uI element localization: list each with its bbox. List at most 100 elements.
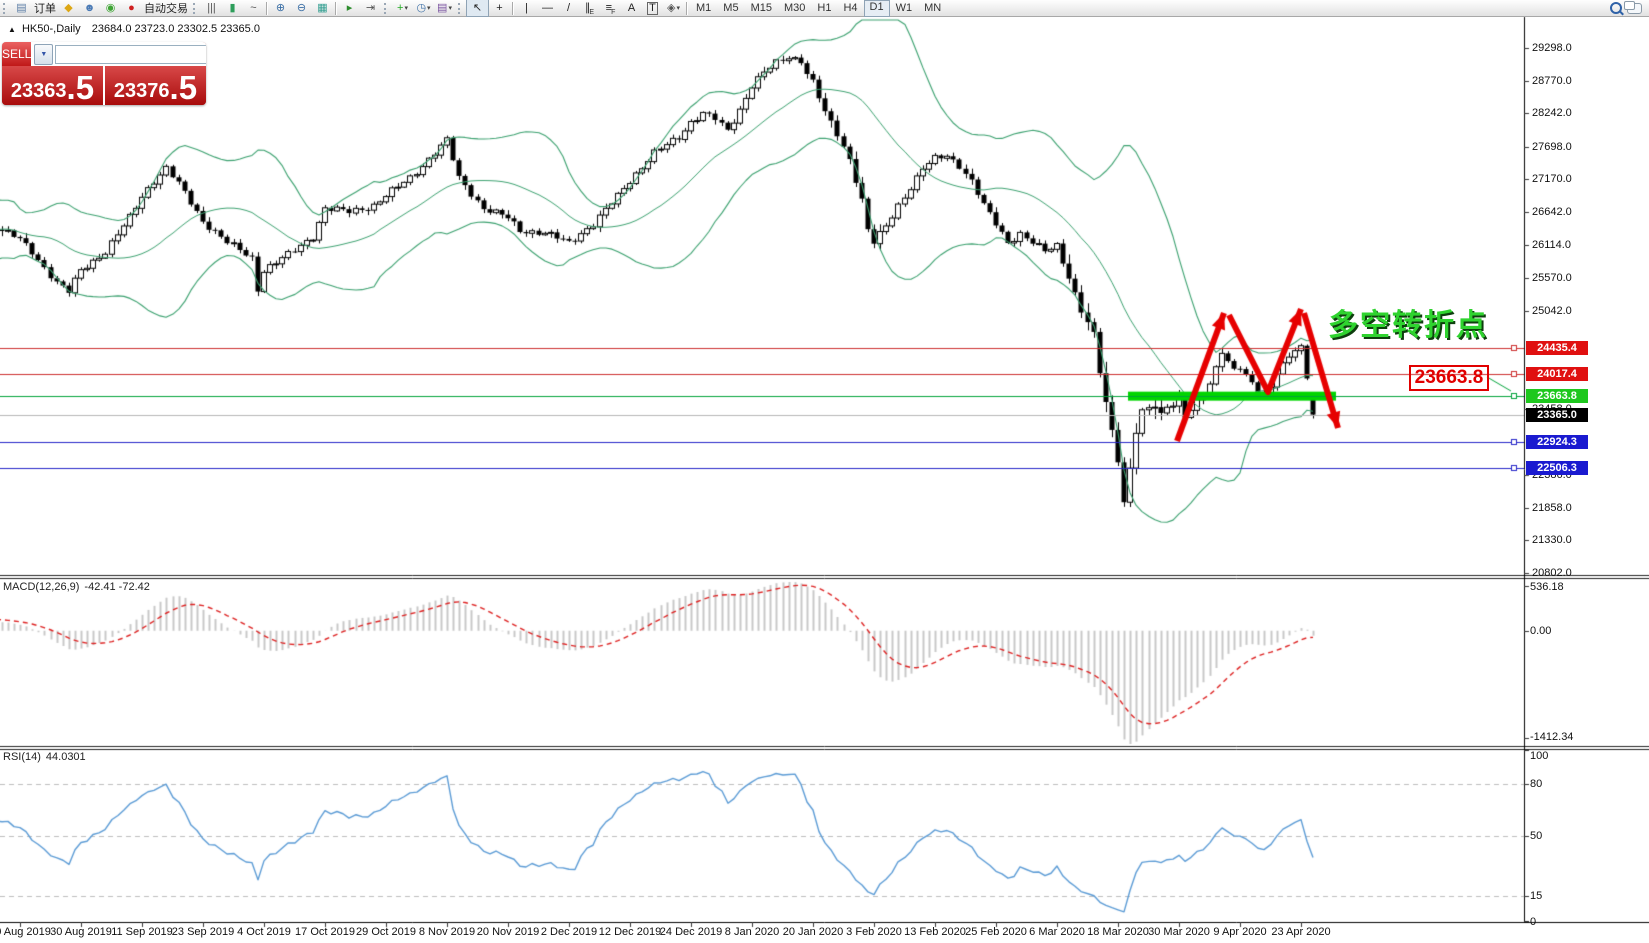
- symbol-name: HK50-,Daily: [22, 23, 81, 35]
- signal-icon-button[interactable]: ◉: [100, 0, 121, 16]
- chat-icon-button[interactable]: [1626, 0, 1649, 16]
- symbol-ohlc-values: 23684.0 23723.0 23302.5 23365.0: [92, 23, 260, 35]
- timeframe-d1[interactable]: D1: [864, 0, 890, 17]
- new-order-icon: ▤: [16, 3, 26, 14]
- fibonacci-icon-sub: F: [611, 9, 615, 16]
- volume-spinner: ▼ ▲: [31, 42, 206, 66]
- toolbar-separator: [335, 2, 337, 15]
- price-level-annotation: 23663.8: [1409, 365, 1489, 391]
- autotrading-icon: ●: [128, 3, 135, 14]
- sell-button[interactable]: SELL: [2, 42, 31, 66]
- macd-values: -42.41 -72.42: [84, 581, 149, 593]
- timeframe-m5[interactable]: M5: [717, 1, 744, 16]
- zoom-in-icon-button[interactable]: ⊕: [270, 0, 291, 16]
- equidistant-channel-icon-button[interactable]: ∥E: [579, 0, 600, 16]
- vertical-line-icon: |: [525, 3, 528, 14]
- candlestick-chart-icon-button[interactable]: ▮: [222, 0, 243, 16]
- rsi-indicator-label: RSI(14) 44.0301: [3, 751, 86, 763]
- toolbar-drag-handle: [384, 3, 389, 14]
- arrows-icon: ◈: [667, 3, 675, 14]
- timeframe-mn[interactable]: MN: [918, 1, 947, 16]
- text-label-icon-button[interactable]: T: [642, 0, 663, 16]
- timeframe-m30[interactable]: M30: [778, 1, 811, 16]
- auto-scroll-icon-button[interactable]: ▸: [339, 0, 360, 16]
- trendline-icon-button[interactable]: /: [558, 0, 579, 16]
- line-chart-icon-button[interactable]: ~: [243, 0, 264, 16]
- profile-icon-button[interactable]: ☻: [79, 0, 100, 16]
- volume-input[interactable]: [55, 45, 206, 64]
- zoom-out-icon: ⊖: [297, 3, 306, 14]
- timeframe-h4[interactable]: H4: [837, 1, 863, 16]
- auto-scroll-icon: ▸: [347, 3, 353, 14]
- indicators-icon-button[interactable]: +▾: [392, 0, 413, 16]
- bar-chart-icon: |||: [207, 3, 216, 14]
- periods-icon: ◷: [416, 3, 426, 14]
- search-icon: [1610, 2, 1622, 14]
- vertical-line-icon-button[interactable]: |: [516, 0, 537, 16]
- chat-icon: [1627, 3, 1642, 14]
- chart-canvas[interactable]: [0, 0, 1649, 943]
- cursor-icon-button[interactable]: ↖: [466, 0, 489, 17]
- timeframe-h1[interactable]: H1: [811, 1, 837, 16]
- toolbar-drag-handle: [193, 3, 198, 14]
- horizontal-line-icon: —: [542, 3, 553, 14]
- crosshair-icon-button[interactable]: +: [489, 0, 510, 16]
- rsi-name: RSI(14): [3, 751, 41, 763]
- indicators-icon: +: [397, 3, 403, 14]
- symbol-marker-icon: ▲: [8, 25, 16, 34]
- autotrading-icon-button[interactable]: ●: [121, 0, 142, 16]
- trendline-icon: /: [567, 3, 570, 14]
- bar-chart-icon-button[interactable]: |||: [201, 0, 222, 16]
- equidistant-channel-icon-sub: E: [589, 9, 594, 16]
- templates-icon-button[interactable]: ▤▾: [434, 0, 455, 16]
- dropdown-caret-icon: ▾: [404, 4, 408, 12]
- text-icon: A: [628, 3, 635, 14]
- turning-point-annotation: 多空转折点: [1328, 300, 1488, 344]
- sell-price-main: 23363: [11, 80, 67, 102]
- main-toolbar: ▤订单◆☻◉●自动交易|||▮~⊕⊖▦▸⇥+▾◷▾▤▾↖+|—/∥E≡FAT◈▾…: [0, 0, 1649, 17]
- toolbar-separator: [686, 2, 688, 15]
- sell-price[interactable]: 23363 .5: [2, 66, 104, 105]
- one-click-trade-panel: SELL ▼ ▲ BUY 23363 .5 23376 .5: [2, 42, 206, 105]
- toolbar-drag-handle: [3, 3, 8, 14]
- rsi-value: 44.0301: [46, 751, 86, 763]
- text-icon-button[interactable]: A: [621, 0, 642, 16]
- crosshair-icon: +: [496, 3, 502, 14]
- chart-shift-icon: ⇥: [366, 3, 375, 14]
- templates-icon: ▤: [437, 3, 447, 14]
- candlestick-chart-icon: ▮: [229, 3, 235, 14]
- volume-decrease-button[interactable]: ▼: [34, 44, 53, 65]
- profile-icon: ☻: [84, 3, 96, 14]
- toolbar-separator: [512, 2, 514, 15]
- chart-shift-icon-button[interactable]: ⇥: [360, 0, 381, 16]
- buy-price-main: 23376: [114, 80, 170, 102]
- dropdown-caret-icon: ▾: [427, 4, 431, 12]
- arrows-icon-button[interactable]: ◈▾: [663, 0, 684, 16]
- zoom-out-icon-button[interactable]: ⊖: [291, 0, 312, 16]
- tile-windows-icon-button[interactable]: ▦: [312, 0, 333, 16]
- history-center-icon: ◆: [64, 3, 72, 14]
- macd-indicator-label: MACD(12,26,9)-42.41 -72.42: [3, 581, 150, 593]
- zoom-in-icon: ⊕: [276, 3, 285, 14]
- new-order-icon-button[interactable]: ▤: [11, 0, 32, 16]
- history-center-icon-button[interactable]: ◆: [58, 0, 79, 16]
- chart-symbol-line: ▲ HK50-,Daily 23684.0 23723.0 23302.5 23…: [8, 23, 260, 35]
- mt4-window: ▤订单◆☻◉●自动交易|||▮~⊕⊖▦▸⇥+▾◷▾▤▾↖+|—/∥E≡FAT◈▾…: [0, 0, 1649, 943]
- buy-price[interactable]: 23376 .5: [104, 66, 206, 105]
- timeframe-m1[interactable]: M1: [690, 1, 717, 16]
- order-label[interactable]: 订单: [32, 0, 58, 16]
- periods-icon-button[interactable]: ◷▾: [413, 0, 434, 16]
- cursor-icon: ↖: [473, 3, 482, 14]
- tile-windows-icon: ▦: [317, 3, 327, 14]
- fibonacci-icon-button[interactable]: ≡F: [600, 0, 621, 16]
- autotrading-label[interactable]: 自动交易: [142, 0, 190, 16]
- timeframe-m15[interactable]: M15: [745, 1, 778, 16]
- horizontal-line-icon-button[interactable]: —: [537, 0, 558, 16]
- search-icon-button[interactable]: [1605, 0, 1626, 16]
- sell-price-pip: .5: [67, 74, 95, 102]
- dropdown-caret-icon: ▾: [676, 4, 680, 12]
- line-chart-icon: ~: [250, 3, 256, 14]
- dropdown-caret-icon: ▾: [448, 4, 452, 12]
- timeframe-w1[interactable]: W1: [890, 1, 919, 16]
- toolbar-separator: [266, 2, 268, 15]
